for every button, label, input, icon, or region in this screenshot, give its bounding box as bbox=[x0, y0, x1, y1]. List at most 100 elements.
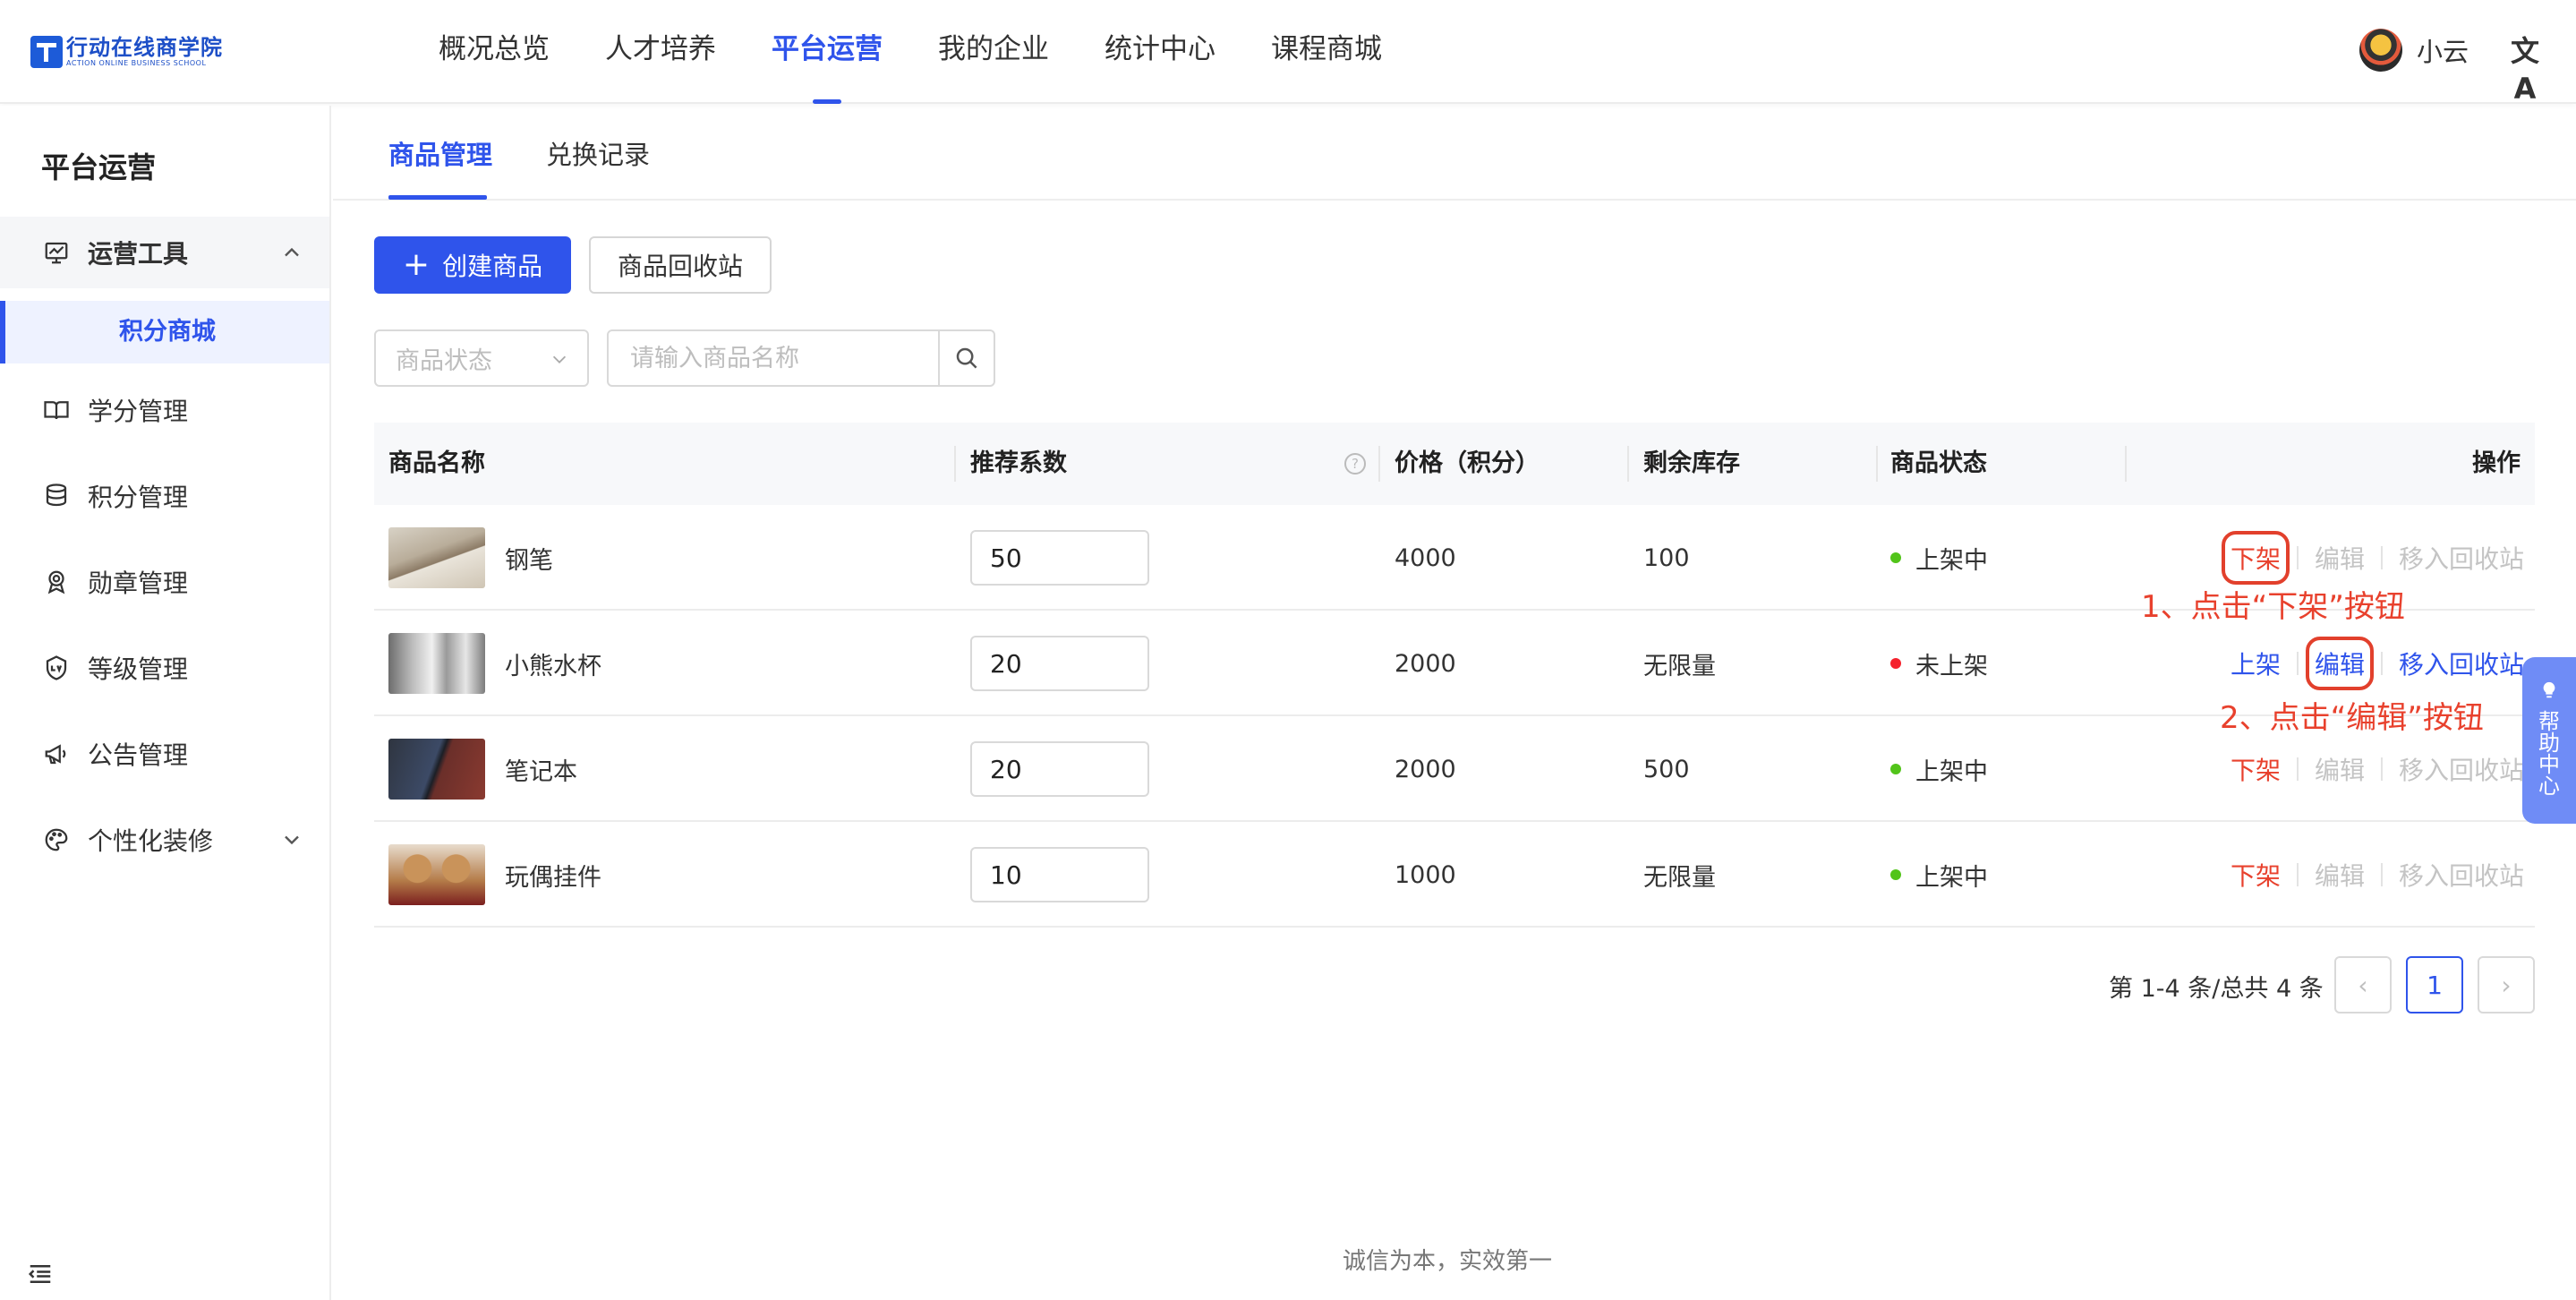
weight-input[interactable]: 50 bbox=[970, 530, 1149, 586]
move-to-recycle-button[interactable]: 移入回收站 bbox=[2399, 646, 2524, 681]
help-center-tab[interactable]: 帮 助 中 心 bbox=[2522, 657, 2576, 824]
main-nav: 概况总览 人才培养 平台运营 我的企业 统计中心 课程商城 bbox=[439, 0, 1437, 104]
nav-course-mall[interactable]: 课程商城 bbox=[1271, 0, 1382, 104]
weight-input[interactable]: 10 bbox=[970, 847, 1149, 902]
list-button[interactable]: 上架 bbox=[2231, 646, 2281, 681]
palette-icon bbox=[41, 825, 72, 855]
product-cell: 小熊水杯 bbox=[388, 611, 601, 716]
collapse-menu-icon[interactable] bbox=[27, 1261, 54, 1287]
status-cell: 上架中 bbox=[1890, 716, 1988, 822]
price-cell: 1000 bbox=[1395, 860, 1456, 889]
edit-button[interactable]: 编辑 bbox=[2305, 637, 2374, 690]
book-icon bbox=[41, 395, 72, 425]
user-menu[interactable]: 小云 bbox=[2359, 27, 2469, 73]
help-char: 助 bbox=[2538, 731, 2560, 756]
weight-cell: 50 bbox=[970, 505, 1149, 611]
sidebar-item-decoration[interactable]: 个性化装修 bbox=[0, 804, 329, 876]
nav-statistics[interactable]: 统计中心 bbox=[1105, 0, 1215, 104]
stock-cell: 无限量 bbox=[1643, 863, 1716, 892]
action-divider bbox=[2380, 652, 2383, 675]
help-question-icon[interactable]: ? bbox=[1344, 453, 1366, 475]
move-to-recycle-button[interactable]: 移入回收站 bbox=[2399, 857, 2524, 893]
price-cell: 4000 bbox=[1395, 543, 1456, 572]
status-badge: 上架中 bbox=[1915, 757, 1988, 786]
col-header-weight: 推荐系数 bbox=[970, 449, 1067, 477]
status-badge: 上架中 bbox=[1915, 546, 1988, 575]
col-header-ops: 操作 bbox=[2472, 449, 2521, 477]
help-char: 心 bbox=[2538, 774, 2560, 799]
status-badge: 上架中 bbox=[1915, 863, 1988, 892]
edit-button[interactable]: 编辑 bbox=[2315, 857, 2365, 893]
sidebar-item-medals[interactable]: 勋章管理 bbox=[0, 546, 329, 618]
help-center-label: 帮 助 中 心 bbox=[2538, 711, 2560, 797]
sidebar-group-ops-tools[interactable]: 运营工具 bbox=[0, 217, 329, 288]
product-cell: 笔记本 bbox=[388, 716, 577, 822]
sidebar-group-label: 运营工具 bbox=[88, 239, 189, 269]
stock-cell: 100 bbox=[1643, 543, 1690, 572]
create-product-label: 创建商品 bbox=[442, 252, 543, 281]
chevron-down-icon bbox=[285, 835, 299, 845]
sidebar-item-levels[interactable]: 等级管理 bbox=[0, 632, 329, 704]
sidebar-item-credits[interactable]: 学分管理 bbox=[0, 374, 329, 446]
move-to-recycle-button[interactable]: 移入回收站 bbox=[2399, 751, 2524, 787]
sidebar-item-announcements[interactable]: 公告管理 bbox=[0, 718, 329, 790]
lightbulb-icon bbox=[2543, 681, 2555, 698]
translate-icon[interactable]: 文A bbox=[2506, 32, 2544, 106]
column-divider bbox=[1627, 446, 1629, 482]
column-divider bbox=[1876, 446, 1878, 482]
product-thumbnail-plush bbox=[388, 844, 485, 905]
prev-page-button[interactable]: ‹ bbox=[2334, 956, 2392, 1013]
next-page-button[interactable]: › bbox=[2478, 956, 2535, 1013]
pagination-summary: 第 1-4 条/总共 4 条 bbox=[2109, 975, 2324, 1003]
nav-overview[interactable]: 概况总览 bbox=[439, 0, 550, 104]
tab-product-management[interactable]: 商品管理 bbox=[388, 134, 492, 172]
stock-cell: 无限量 bbox=[1643, 652, 1716, 680]
sidebar-item-label: 学分管理 bbox=[88, 397, 189, 426]
product-cell: 玩偶挂件 bbox=[388, 822, 601, 928]
unlist-button[interactable]: 下架 bbox=[2221, 531, 2290, 585]
avatar[interactable] bbox=[2359, 29, 2402, 72]
move-to-recycle-button[interactable]: 移入回收站 bbox=[2399, 540, 2524, 576]
weight-input[interactable]: 20 bbox=[970, 741, 1149, 797]
table-header: 商品名称 推荐系数 ? 价格（积分） 剩余库存 商品状态 操作 bbox=[374, 423, 2535, 505]
table-row: 小熊水杯 20 2000 无限量 未上架 上架 编辑 移入回收站 bbox=[374, 611, 2535, 716]
sidebar-item-points-mall[interactable]: 积分商城 bbox=[0, 301, 329, 363]
weight-input[interactable]: 20 bbox=[970, 636, 1149, 691]
page-1-button[interactable]: 1 bbox=[2406, 956, 2463, 1013]
sidebar-title: 平台运营 bbox=[41, 150, 157, 184]
edit-button[interactable]: 编辑 bbox=[2315, 751, 2365, 787]
nav-talent[interactable]: 人才培养 bbox=[605, 0, 716, 104]
unlist-button[interactable]: 下架 bbox=[2231, 857, 2281, 893]
logo-subtitle: ACTION ONLINE BUSINESS SCHOOL bbox=[66, 59, 207, 67]
sidebar-item-points[interactable]: 积分管理 bbox=[0, 460, 329, 532]
product-recycle-bin-button[interactable]: 商品回收站 bbox=[589, 236, 772, 294]
logo-title: 行动在线商学院 bbox=[66, 35, 223, 60]
product-thumbnail-notebook bbox=[388, 739, 485, 800]
help-char: 中 bbox=[2538, 752, 2560, 777]
search-button[interactable] bbox=[938, 331, 994, 385]
table-row: 玩偶挂件 10 1000 无限量 上架中 下架 编辑 移入回收站 bbox=[374, 822, 2535, 928]
product-cell: 钢笔 bbox=[388, 505, 553, 611]
nav-platform-ops[interactable]: 平台运营 bbox=[772, 0, 883, 104]
help-char: 帮 bbox=[2538, 709, 2560, 734]
nav-my-enterprise[interactable]: 我的企业 bbox=[938, 0, 1049, 104]
sidebar-item-label: 积分管理 bbox=[88, 483, 189, 512]
search-input[interactable] bbox=[609, 331, 939, 385]
coins-icon bbox=[41, 481, 72, 511]
action-divider bbox=[2296, 546, 2299, 569]
edit-button[interactable]: 编辑 bbox=[2315, 540, 2365, 576]
stock-cell: 500 bbox=[1643, 755, 1690, 783]
tab-redemption-records[interactable]: 兑换记录 bbox=[546, 134, 650, 172]
price-cell: 2000 bbox=[1395, 649, 1456, 678]
status-select-placeholder: 商品状态 bbox=[396, 346, 492, 375]
content-tabs: 商品管理 兑换记录 bbox=[333, 106, 2576, 201]
weight-cell: 20 bbox=[970, 716, 1149, 822]
status-select[interactable]: 商品状态 bbox=[374, 329, 589, 387]
user-name[interactable]: 小云 bbox=[2417, 31, 2469, 69]
product-thumbnail-pen bbox=[388, 527, 485, 588]
chevron-down-icon bbox=[552, 355, 567, 363]
unlist-button[interactable]: 下架 bbox=[2231, 751, 2281, 787]
brand-logo[interactable]: 行动在线商学院 ACTION ONLINE BUSINESS SCHOOL bbox=[30, 34, 223, 70]
search-icon bbox=[956, 347, 977, 369]
create-product-button[interactable]: + 创建商品 bbox=[374, 236, 571, 294]
